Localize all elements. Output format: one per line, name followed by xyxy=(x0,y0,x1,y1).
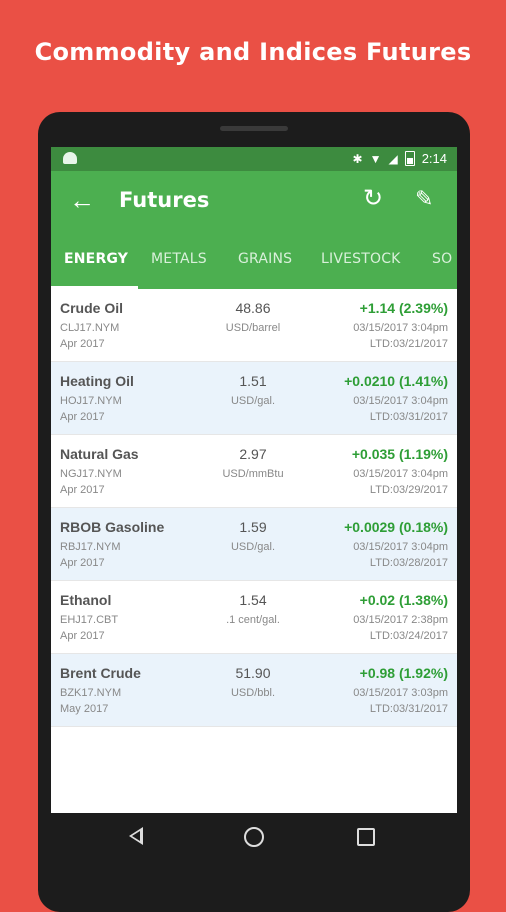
commodity-name: Heating Oil xyxy=(60,373,134,389)
nav-recents-icon[interactable] xyxy=(357,828,375,846)
commodity-price: 1.54 xyxy=(239,592,267,608)
contract-month: Apr 2017 xyxy=(60,557,105,569)
pencil-icon[interactable]: ✎ xyxy=(415,184,433,214)
contract-month: Apr 2017 xyxy=(60,338,105,350)
nav-back-icon[interactable] xyxy=(129,827,143,845)
app-toolbar: ← Futures ↻ ✎ xyxy=(51,171,457,229)
price-change: +0.98 (1.92%) xyxy=(359,665,448,681)
system-nav-bar xyxy=(51,813,457,865)
list-item[interactable]: Heating Oil HOJ17.NYM Apr 2017 1.51 USD/… xyxy=(51,362,457,435)
commodity-name: Brent Crude xyxy=(60,665,141,681)
phone-speaker xyxy=(220,126,288,131)
phone-frame: ✱ ▼ ◢ 2:14 ← Futures ↻ ✎ ENERGY METALS G… xyxy=(38,112,470,912)
last-trade-date: LTD:03/29/2017 xyxy=(369,484,448,496)
commodity-symbol: NGJ17.NYM xyxy=(60,468,122,480)
app-screen: ✱ ▼ ◢ 2:14 ← Futures ↻ ✎ ENERGY METALS G… xyxy=(51,147,457,813)
commodity-price: 48.86 xyxy=(235,300,271,316)
commodity-name: Natural Gas xyxy=(60,446,139,462)
price-unit: USD/bbl. xyxy=(230,687,276,699)
list-item[interactable]: Crude Oil CLJ17.NYM Apr 2017 48.86 USD/b… xyxy=(51,289,457,362)
list-item[interactable]: Ethanol EHJ17.CBT Apr 2017 1.54 .1 cent/… xyxy=(51,581,457,654)
price-unit: USD/gal. xyxy=(230,541,276,553)
last-trade-date: LTD:03/31/2017 xyxy=(369,411,448,423)
list-item[interactable]: RBOB Gasoline RBJ17.NYM Apr 2017 1.59 US… xyxy=(51,508,457,581)
last-trade-date: LTD:03/24/2017 xyxy=(369,630,448,642)
tab-metals[interactable]: METALS xyxy=(151,251,207,267)
price-change: +0.0210 (1.41%) xyxy=(344,373,448,389)
bluetooth-icon: ✱ xyxy=(352,151,363,166)
category-tabs: ENERGY METALS GRAINS LIVESTOCK SO xyxy=(51,229,457,289)
status-time: 2:14 xyxy=(421,150,447,166)
wifi-icon: ▼ xyxy=(369,151,382,166)
commodity-symbol: BZK17.NYM xyxy=(60,687,122,699)
nav-home-icon[interactable] xyxy=(244,827,264,847)
tab-energy[interactable]: ENERGY xyxy=(64,251,128,267)
signal-icon: ◢ xyxy=(388,151,398,166)
commodity-symbol: CLJ17.NYM xyxy=(60,322,120,334)
refresh-icon[interactable]: ↻ xyxy=(363,184,383,214)
last-trade-date: LTD:03/28/2017 xyxy=(369,557,448,569)
contract-month: Apr 2017 xyxy=(60,484,105,496)
futures-list: Crude Oil CLJ17.NYM Apr 2017 48.86 USD/b… xyxy=(51,289,457,727)
commodity-symbol: HOJ17.NYM xyxy=(60,395,122,407)
price-unit: USD/gal. xyxy=(230,395,276,407)
tab-livestock[interactable]: LIVESTOCK xyxy=(321,251,401,267)
commodity-symbol: EHJ17.CBT xyxy=(60,614,119,626)
last-trade-date: LTD:03/31/2017 xyxy=(369,703,448,715)
toolbar-title: Futures xyxy=(119,188,210,212)
price-change: +0.02 (1.38%) xyxy=(359,592,448,608)
list-item[interactable]: Natural Gas NGJ17.NYM Apr 2017 2.97 USD/… xyxy=(51,435,457,508)
tab-softs[interactable]: SO xyxy=(432,251,452,267)
commodity-price: 51.90 xyxy=(235,665,271,681)
status-bar: ✱ ▼ ◢ 2:14 xyxy=(51,147,457,171)
price-change: +0.0029 (0.18%) xyxy=(344,519,448,535)
price-unit: USD/barrel xyxy=(225,322,281,334)
quote-time: 03/15/2017 3:04pm xyxy=(353,322,448,334)
commodity-symbol: RBJ17.NYM xyxy=(60,541,121,553)
contract-month: May 2017 xyxy=(60,703,109,715)
contract-month: Apr 2017 xyxy=(60,630,105,642)
commodity-price: 1.59 xyxy=(239,519,267,535)
android-icon xyxy=(63,152,77,164)
price-unit: USD/mmBtu xyxy=(222,468,284,480)
arrow-left-icon[interactable]: ← xyxy=(69,185,95,215)
commodity-name: RBOB Gasoline xyxy=(60,519,165,535)
quote-time: 03/15/2017 2:38pm xyxy=(353,614,448,626)
tab-grains[interactable]: GRAINS xyxy=(238,251,292,267)
price-unit: .1 cent/gal. xyxy=(226,614,280,626)
list-item[interactable]: Brent Crude BZK17.NYM May 2017 51.90 USD… xyxy=(51,654,457,727)
quote-time: 03/15/2017 3:04pm xyxy=(353,395,448,407)
commodity-name: Crude Oil xyxy=(60,300,124,316)
promo-headline: Commodity and Indices Futures xyxy=(34,38,472,66)
last-trade-date: LTD:03/21/2017 xyxy=(369,338,448,350)
quote-time: 03/15/2017 3:04pm xyxy=(353,541,448,553)
commodity-price: 1.51 xyxy=(239,373,267,389)
quote-time: 03/15/2017 3:04pm xyxy=(353,468,448,480)
quote-time: 03/15/2017 3:03pm xyxy=(353,687,448,699)
commodity-name: Ethanol xyxy=(60,592,112,608)
battery-icon xyxy=(404,151,415,166)
price-change: +1.14 (2.39%) xyxy=(359,300,448,316)
commodity-price: 2.97 xyxy=(239,446,267,462)
contract-month: Apr 2017 xyxy=(60,411,105,423)
price-change: +0.035 (1.19%) xyxy=(351,446,448,462)
